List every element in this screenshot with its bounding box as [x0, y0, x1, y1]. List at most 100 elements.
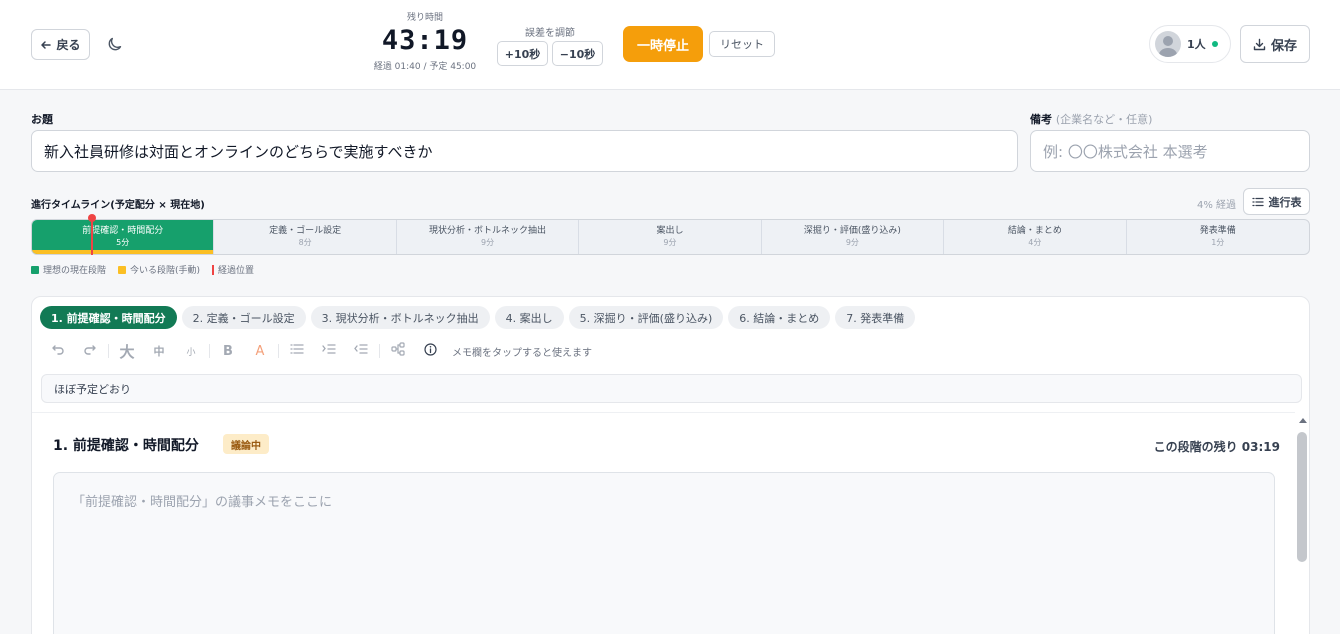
stage-tab[interactable]: 6. 結論・まとめ [728, 306, 831, 329]
font-medium-button[interactable]: 中 [143, 343, 175, 359]
timeline-segment-name: 案出し [656, 226, 684, 236]
indent-icon[interactable] [313, 343, 345, 359]
toolbar-hint: メモ欄をタップすると使えます [452, 347, 592, 359]
legend-elapsed: 経過位置 [212, 263, 254, 276]
timeline-legend: 理想の現在段階 今いる段階(手動) 経過位置 [31, 263, 254, 276]
stage-memo-textarea[interactable]: 「前提確認・時間配分」の議事メモをここに [53, 472, 1275, 634]
app-header: 戻る 残り時間 43:19 経過 01:40 / 予定 45:00 誤差を調節 … [0, 0, 1340, 90]
bold-button[interactable]: B [212, 344, 244, 359]
summary-input[interactable]: ほぼ予定どおり [41, 374, 1302, 403]
legend-elapsed-swatch [212, 264, 215, 275]
avatar [1155, 31, 1181, 57]
timeline-segment-minutes: 8分 [298, 238, 312, 247]
timeline-segment-minutes: 1分 [1211, 238, 1225, 247]
scrollbar[interactable] [1295, 412, 1309, 634]
stage-tab[interactable]: 3. 現状分析・ボトルネック抽出 [310, 306, 490, 329]
legend-elapsed-label: 経過位置 [218, 266, 255, 276]
timeline-segment-minutes: 9分 [663, 238, 677, 247]
timeline-segment[interactable]: 前提確認・時間配分 5分 [32, 220, 215, 254]
stage-tabs: 1. 前提確認・時間配分 2. 定義・ゴール設定 3. 現状分析・ボトルネック抽出 4… [40, 306, 916, 329]
timeline-segment[interactable]: 深掘り・評価(盛り込み) 9分 [762, 220, 945, 254]
stage-area: 1. 前提確認・時間配分 議論中 この段階の残り 03:19 「前提確認・時間配… [32, 412, 1295, 634]
note-label: 備考 (企業名など・任意) [1030, 111, 1152, 127]
toolbar-divider [379, 344, 380, 358]
schedule-label: 進行表 [1268, 195, 1302, 209]
legend-ideal-label: 理想の現在段階 [43, 266, 107, 276]
info-icon[interactable] [414, 342, 446, 360]
save-label: 保存 [1270, 38, 1297, 54]
redo-icon[interactable] [74, 342, 106, 360]
pause-button[interactable]: 一時停止 [623, 26, 703, 62]
users-pill[interactable]: 1人 [1149, 25, 1231, 63]
timeline-segment-name: 発表準備 [1199, 226, 1236, 236]
editor-toolbar: 大 中 小 B A メモ欄をタップすると使えます [42, 341, 592, 361]
timer-value: 43:19 [381, 25, 469, 56]
timeline-segment-name: 深掘り・評価(盛り込み) [803, 226, 901, 236]
adjust-label: 誤差を調節 [525, 28, 575, 39]
stage-tab[interactable]: 7. 発表準備 [835, 306, 916, 329]
timeline-bar: 前提確認・時間配分 5分 定義・ゴール設定 8分 現状分析・ボトルネック抽出 9分 案出し 9… [31, 219, 1310, 255]
plus-10-button[interactable]: +10秒 [497, 41, 548, 66]
users-count: 1人 [1187, 38, 1206, 51]
list-icon [1251, 197, 1264, 206]
outdent-icon[interactable] [345, 343, 377, 359]
status-badge: 議論中 [223, 434, 269, 454]
stage-tab[interactable]: 5. 深掘り・評価(盛り込み) [568, 306, 724, 329]
reset-button[interactable]: リセット [709, 31, 775, 57]
topic-label: お題 [31, 113, 53, 126]
timeline-segment[interactable]: 結論・まとめ 4分 [944, 220, 1127, 254]
legend-ideal-swatch [31, 265, 39, 274]
timeline-segment-name: 前提確認・時間配分 [82, 226, 164, 236]
timer-elapsed: 経過 01:40 / 予定 45:00 [373, 62, 477, 72]
schedule-button[interactable]: 進行表 [1243, 188, 1310, 215]
stage-remaining: この段階の残り 03:19 [1153, 440, 1280, 454]
timeline-segment-minutes: 5分 [116, 238, 130, 247]
font-large-button[interactable]: 大 [111, 341, 143, 362]
back-button[interactable]: 戻る [31, 29, 90, 60]
legend-current: 今いる段階(手動) [118, 263, 200, 276]
note-input[interactable]: 例: 〇〇株式会社 本選考 [1030, 130, 1310, 172]
toolbar-divider [278, 344, 279, 358]
mindmap-icon[interactable] [382, 342, 414, 360]
timeline-segment[interactable]: 現状分析・ボトルネック抽出 9分 [397, 220, 580, 254]
stage-title: 1. 前提確認・時間配分 [53, 438, 199, 454]
legend-current-label: 今いる段階(手動) [130, 266, 201, 276]
timeline-segment-name: 結論・まとめ [1007, 226, 1062, 236]
back-label: 戻る [56, 38, 81, 52]
timer-label: 残り時間 [406, 13, 443, 23]
elapsed-marker-line [91, 217, 94, 255]
arrow-left-icon [41, 40, 52, 49]
timeline-title: 進行タイムライン(予定配分 × 現在地) [31, 200, 205, 211]
note-hint: (企業名など・任意) [1055, 113, 1153, 126]
timeline-progress: 4% 経過 [1196, 200, 1236, 211]
legend-current-swatch [118, 265, 127, 274]
timeline-segment-name: 定義・ゴール設定 [269, 226, 342, 236]
bullet-list-icon[interactable] [281, 343, 313, 359]
timeline-segment-minutes: 9分 [845, 238, 859, 247]
scrollbar-thumb[interactable] [1297, 432, 1307, 562]
timeline-segment-minutes: 4分 [1028, 238, 1042, 247]
stage-tab[interactable]: 4. 案出し [494, 306, 564, 329]
topic-input[interactable]: 新入社員研修は対面とオンラインのどちらで実施すべきか [31, 130, 1018, 172]
text-color-button[interactable]: A [244, 344, 276, 359]
toolbar-divider [209, 344, 210, 358]
timeline-segment-name: 現状分析・ボトルネック抽出 [429, 226, 547, 236]
undo-icon[interactable] [42, 342, 74, 360]
stage-tab[interactable]: 2. 定義・ゴール設定 [181, 306, 306, 329]
moon-icon[interactable] [106, 35, 124, 53]
download-icon [1253, 38, 1266, 50]
minus-10-button[interactable]: −10秒 [552, 41, 603, 66]
stage-card: 1. 前提確認・時間配分 2. 定義・ゴール設定 3. 現状分析・ボトルネック抽出 4… [31, 296, 1310, 634]
timer-block: 残り時間 43:19 経過 01:40 / 予定 45:00 [365, 10, 485, 72]
online-status-dot [1211, 41, 1218, 47]
toolbar-divider [108, 344, 109, 358]
timeline-segment[interactable]: 発表準備 1分 [1127, 220, 1309, 254]
timeline-segment[interactable]: 定義・ゴール設定 8分 [214, 220, 397, 254]
legend-ideal: 理想の現在段階 [31, 263, 106, 276]
note-label-text: 備考 [1030, 113, 1052, 126]
stage-tab[interactable]: 1. 前提確認・時間配分 [40, 306, 177, 329]
save-button[interactable]: 保存 [1240, 25, 1310, 63]
timeline-segment[interactable]: 案出し 9分 [579, 220, 762, 254]
font-small-button[interactable]: 小 [175, 345, 207, 358]
scroll-up-icon[interactable] [1299, 418, 1307, 423]
